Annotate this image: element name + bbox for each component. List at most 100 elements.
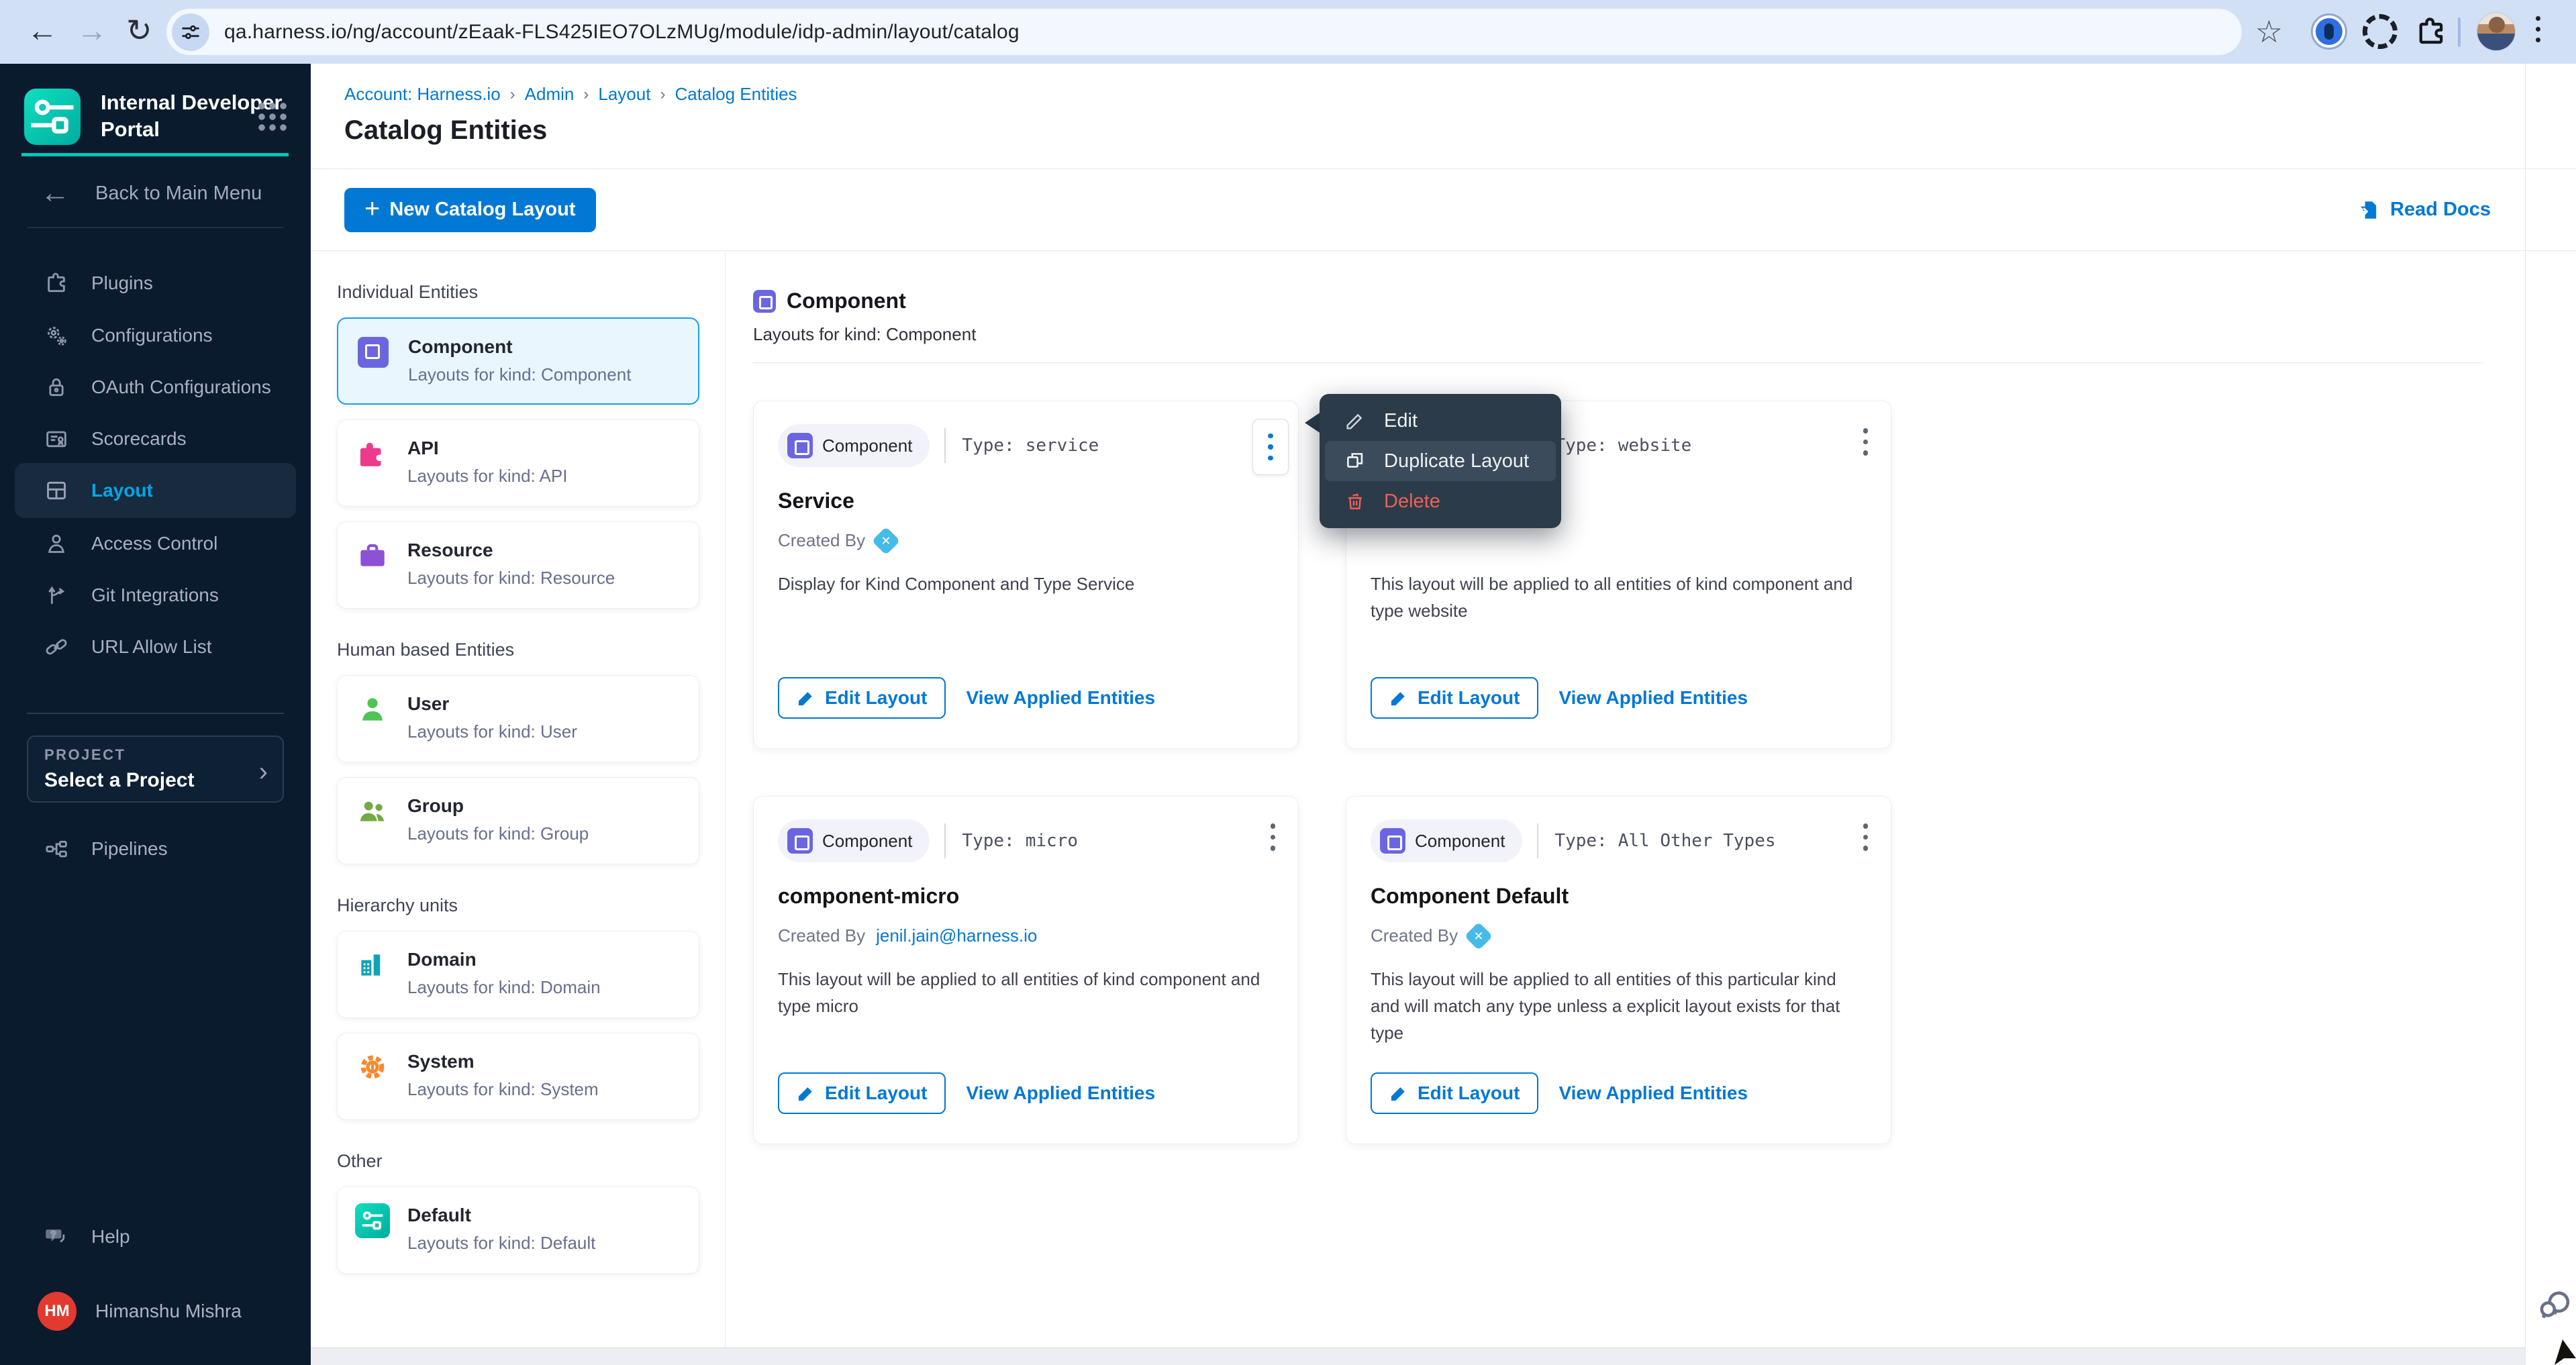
entity-item-system[interactable]: System Layouts for kind: System (337, 1033, 699, 1120)
sidebar: Internal Developer Portal ← Back to Main… (0, 64, 311, 1365)
entity-item-api[interactable]: API Layouts for kind: API (337, 419, 699, 507)
browser-reload-icon[interactable]: ↻ (126, 12, 152, 48)
card-menu-button[interactable] (1252, 419, 1289, 475)
section-title: Other (337, 1151, 699, 1172)
chip-icon (787, 433, 813, 458)
edit-layout-button[interactable]: Edit Layout (1371, 1072, 1538, 1114)
app-title: Internal Developer Portal (101, 89, 282, 143)
read-docs-link[interactable]: Read Docs (2357, 198, 2491, 222)
pencil-icon (797, 689, 815, 707)
card-menu-button[interactable] (1863, 823, 1869, 851)
type-value: Type:All Other Types (1537, 823, 1775, 858)
new-catalog-layout-button[interactable]: + New Catalog Layout (344, 188, 596, 232)
screen: ← → ↻ qa.harness.io/ng/account/zEaak-FLS… (0, 0, 2576, 1365)
idp-logo-icon (24, 89, 81, 145)
branch-icon (43, 582, 70, 609)
menu-item-delete[interactable]: Delete (1320, 481, 1561, 521)
edit-layout-button[interactable]: Edit Layout (778, 677, 946, 719)
footer-strip (311, 1348, 2525, 1365)
gears-icon (43, 322, 70, 349)
sidebar-item-plugins[interactable]: Plugins (0, 257, 311, 309)
extensions-puzzle-icon[interactable] (2414, 15, 2448, 53)
menu-item-edit[interactable]: Edit (1320, 401, 1561, 441)
password-manager-extension-icon[interactable] (2311, 13, 2347, 50)
edit-layout-button[interactable]: Edit Layout (1371, 677, 1538, 719)
entity-item-default[interactable]: Default Layouts for kind: Default (337, 1186, 699, 1274)
created-by: Created By (778, 530, 896, 551)
breadcrumb-admin[interactable]: Admin (525, 84, 575, 105)
user-profile[interactable]: HM Himanshu Mishra (38, 1292, 242, 1331)
layout-description: This layout will be applied to all entit… (1371, 966, 1864, 1046)
layout-description: This layout will be applied to all entit… (778, 966, 1271, 1019)
sidebar-item-configurations[interactable]: Configurations (0, 309, 311, 362)
entity-item-component[interactable]: Component Layouts for kind: Component (337, 317, 699, 405)
sidebar-item-access-control[interactable]: Access Control (0, 517, 311, 570)
briefcase-icon (355, 538, 390, 573)
chat-bubbles-icon[interactable] (2536, 1287, 2575, 1329)
chip-icon (356, 335, 391, 370)
person-icon (43, 530, 70, 557)
menu-item-duplicate-layout[interactable]: Duplicate Layout (1325, 441, 1556, 481)
layout-icon (43, 477, 70, 504)
content: Account: Harness.io› Admin› Layout› Cata… (311, 64, 2576, 1365)
sidebar-item-scorecards[interactable]: Scorecards (0, 413, 311, 465)
site-settings-icon[interactable] (172, 13, 209, 51)
card-context-menu: Edit Duplicate Layout Delete (1320, 394, 1561, 528)
edit-layout-button[interactable]: Edit Layout (778, 1072, 946, 1114)
breadcrumb-account[interactable]: Account: Harness.io (344, 84, 501, 105)
browser-menu-icon[interactable] (2536, 16, 2540, 42)
sidebar-item-git-integrations[interactable]: Git Integrations (0, 569, 311, 621)
browser-back-icon[interactable]: ← (27, 12, 58, 48)
chip-icon (787, 828, 813, 854)
creator-email-link[interactable]: jenil.jain@harness.io (876, 925, 1037, 946)
sidebar-item-url-allow-list[interactable]: URL Allow List (0, 621, 311, 673)
kind-badge: Component (1371, 819, 1522, 862)
view-applied-entities-link[interactable]: View Applied Entities (1558, 1082, 1748, 1104)
kind-subtitle: Layouts for kind: Component (753, 324, 2483, 345)
module-grid-icon[interactable] (256, 101, 287, 132)
browser-toolbar: ← → ↻ qa.harness.io/ng/account/zEaak-FLS… (0, 0, 2576, 64)
browser-profile-avatar[interactable] (2477, 12, 2516, 51)
help-item[interactable]: ? Help (43, 1223, 130, 1250)
entity-item-user[interactable]: User Layouts for kind: User (337, 675, 699, 762)
address-bar[interactable]: qa.harness.io/ng/account/zEaak-FLS425IEO… (166, 9, 2242, 55)
user-avatar: HM (38, 1292, 77, 1331)
card-menu-button[interactable] (1863, 428, 1869, 456)
back-arrow-icon: ← (40, 176, 70, 210)
layouts-main: Component Layouts for kind: Component Co… (726, 251, 2525, 1348)
back-to-main-menu[interactable]: ← Back to Main Menu (40, 176, 262, 210)
layout-card-component-micro: Component Type:micro component-micro Cre… (753, 796, 1299, 1144)
entity-item-group[interactable]: Group Layouts for kind: Group (337, 777, 699, 864)
view-applied-entities-link[interactable]: View Applied Entities (966, 1082, 1155, 1104)
url-text[interactable]: qa.harness.io/ng/account/zEaak-FLS425IEO… (224, 21, 1020, 44)
teal-accent-rule (21, 153, 289, 156)
entity-item-resource[interactable]: Resource Layouts for kind: Resource (337, 521, 699, 609)
card-menu-button[interactable] (1271, 823, 1276, 851)
sidebar-item-oauth-configurations[interactable]: OAuth Configurations (0, 361, 311, 413)
view-applied-entities-link[interactable]: View Applied Entities (1558, 687, 1748, 709)
layout-title: Service (778, 489, 854, 513)
kind-title: Component (787, 289, 906, 313)
context-menu-arrow (1305, 412, 1321, 434)
svg-text:?: ? (51, 1229, 56, 1239)
harness-logo-icon (1465, 921, 1493, 950)
bookmark-star-icon[interactable]: ☆ (2255, 13, 2283, 50)
sidebar-item-layout[interactable]: Layout (15, 463, 296, 518)
idp-logo-icon (355, 1203, 390, 1238)
puzzle-icon (355, 436, 390, 471)
layout-title: Component Default (1371, 884, 1569, 909)
created-by: Created By jenil.jain@harness.io (778, 925, 1037, 946)
sidebar-item-pipelines[interactable]: Pipelines (0, 823, 311, 875)
entity-item-domain[interactable]: Domain Layouts for kind: Domain (337, 931, 699, 1018)
harness-logo-icon (872, 526, 900, 554)
spinner-extension-icon[interactable] (2363, 14, 2397, 49)
link-icon (43, 634, 70, 660)
page-title: Catalog Entities (344, 115, 2576, 146)
mouse-cursor (2553, 1338, 2576, 1365)
help-chat-icon: ? (43, 1223, 70, 1250)
pipelines-icon (43, 836, 70, 862)
breadcrumb-layout[interactable]: Layout (598, 84, 650, 105)
view-applied-entities-link[interactable]: View Applied Entities (966, 687, 1155, 709)
project-selector[interactable]: PROJECT Select a Project › (27, 736, 284, 803)
breadcrumb-catalog-entities[interactable]: Catalog Entities (675, 84, 797, 105)
